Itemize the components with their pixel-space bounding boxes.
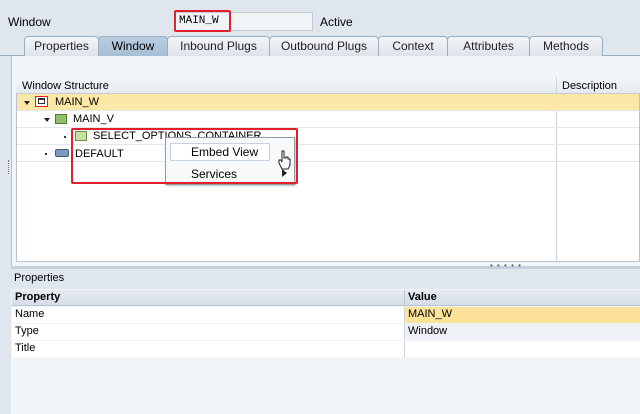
property-key: Name — [12, 307, 405, 323]
property-value: Window — [405, 324, 640, 340]
window-label: Window — [8, 15, 51, 29]
column-header-description[interactable]: Description — [562, 80, 617, 92]
view-icon — [55, 114, 67, 124]
property-value-input[interactable] — [405, 341, 640, 357]
tab-context[interactable]: Context — [378, 36, 448, 56]
tree-row-main-v[interactable]: MAIN_V — [17, 111, 639, 128]
status-text: Active — [320, 15, 353, 29]
property-value[interactable]: MAIN_W — [405, 307, 640, 323]
leaf-bullet — [45, 153, 47, 155]
node-label: MAIN_V — [73, 113, 114, 125]
tab-inbound-plugs[interactable]: Inbound Plugs — [167, 36, 270, 56]
leaf-bullet — [64, 136, 66, 138]
tab-properties[interactable]: Properties — [24, 36, 99, 56]
properties-table-header: Property Value — [12, 290, 640, 306]
tree-header — [16, 77, 640, 94]
column-header-property[interactable]: Property — [12, 290, 405, 306]
node-label: MAIN_W — [55, 96, 99, 108]
tab-attributes[interactable]: Attributes — [447, 36, 530, 56]
window-node-icon-highlight — [35, 96, 48, 107]
inbound-plug-icon — [55, 149, 69, 157]
horizontal-splitter[interactable] — [11, 266, 640, 269]
property-row-name[interactable]: Name MAIN_W — [12, 307, 640, 323]
properties-title: Properties — [14, 272, 65, 284]
property-key: Title — [12, 341, 405, 357]
property-row-type[interactable]: Type Window — [12, 324, 640, 340]
tab-strip: Properties Window Inbound Plugs Outbound… — [0, 36, 640, 56]
left-splitter-grip[interactable] — [8, 160, 11, 174]
column-header-structure[interactable]: Window Structure — [22, 80, 109, 92]
tab-methods[interactable]: Methods — [529, 36, 603, 56]
expand-toggle-icon[interactable] — [44, 118, 50, 122]
property-row-title[interactable]: Title — [12, 341, 640, 357]
splitter-grip[interactable]: • • • • • — [490, 261, 522, 270]
tree-row-main-w[interactable]: MAIN_W — [17, 94, 639, 111]
window-icon — [38, 98, 45, 104]
tab-window[interactable]: Window — [98, 36, 168, 56]
column-header-value[interactable]: Value — [405, 290, 640, 306]
tab-outbound-plugs[interactable]: Outbound Plugs — [269, 36, 379, 56]
annotation-highlight-menu — [71, 128, 298, 184]
annotation-highlight-name — [174, 10, 231, 32]
property-key: Type — [12, 324, 405, 340]
expand-toggle-icon[interactable] — [24, 101, 30, 105]
